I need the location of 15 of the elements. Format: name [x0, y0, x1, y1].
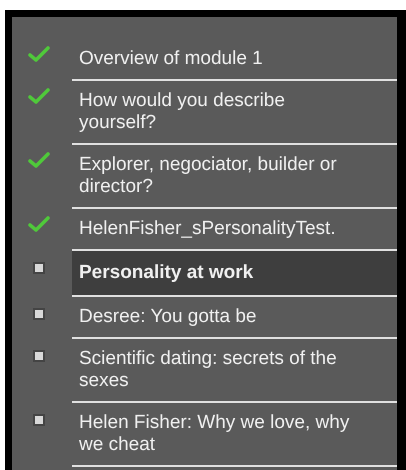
square-bullet-icon	[33, 308, 45, 320]
lesson-item[interactable]: Explorer, negociator, builder or director?	[72, 145, 397, 209]
checkmark-icon	[28, 88, 50, 104]
checkmark-icon	[28, 216, 50, 232]
square-bullet-icon	[33, 262, 45, 274]
lesson-item[interactable]: Desree: You gotta be	[72, 297, 397, 339]
lesson-item[interactable]: How would you describe yourself?	[72, 81, 397, 145]
lesson-item[interactable]: Overview of module 1	[72, 39, 397, 81]
lesson-item[interactable]: Scientific dating: secrets of the sexes	[72, 339, 397, 403]
lesson-item[interactable]: Helen Fisher: Why we love, why we cheat	[72, 403, 397, 467]
lesson-item[interactable]: Personality at work	[72, 251, 397, 297]
square-bullet-icon	[33, 414, 45, 426]
checkmark-icon	[28, 46, 50, 62]
square-bullet-icon	[33, 350, 45, 362]
checkmark-icon	[28, 152, 50, 168]
